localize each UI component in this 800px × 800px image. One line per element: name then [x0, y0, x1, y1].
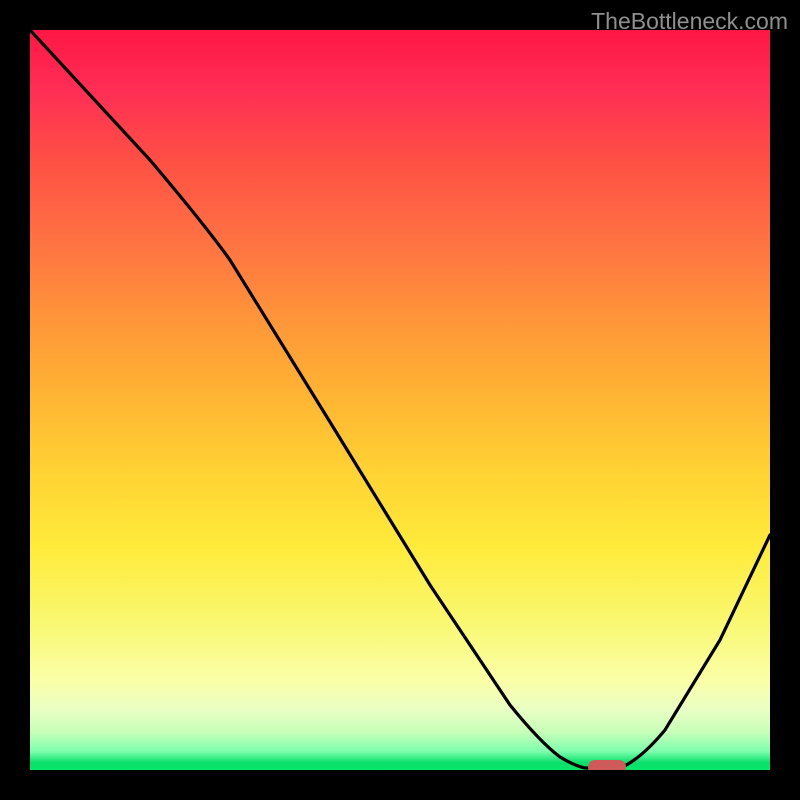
optimal-marker	[588, 760, 626, 770]
curve-overlay	[30, 30, 770, 770]
chart-plot-area	[30, 30, 770, 770]
bottleneck-curve-line	[30, 30, 770, 768]
watermark-text: TheBottleneck.com	[591, 8, 788, 35]
